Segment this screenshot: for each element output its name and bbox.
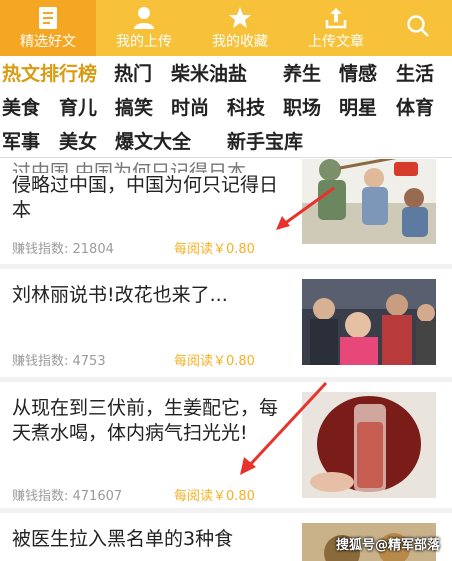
- category-tech[interactable]: 科技: [227, 96, 265, 120]
- upload-icon: [324, 6, 348, 30]
- search-button[interactable]: [384, 0, 452, 56]
- category-hot-ranking[interactable]: 热文排行榜: [2, 62, 97, 86]
- category-life[interactable]: 生活: [396, 62, 434, 86]
- article-title-cut: 日本人有个疑问,那么多国家侵略过中国,中国为何只记得日本: [12, 161, 247, 173]
- earning-index: 赚钱指数: 471607: [12, 489, 123, 504]
- article-title: 刘林丽说书!改花也来了...: [12, 284, 228, 306]
- crowd-photo-image: [302, 279, 436, 365]
- category-celebrity[interactable]: 明星: [339, 96, 377, 120]
- category-military[interactable]: 军事: [2, 130, 40, 154]
- top-nav: 精选好文 我的上传 我的收藏 上传文章: [0, 0, 452, 56]
- category-bar: 热文排行榜 热门 柴米油盐 养生 情感 生活 美食 育儿 搞笑 时尚 科技 职场…: [0, 56, 452, 158]
- search-icon: [406, 14, 430, 38]
- watermark: 搜狐号@精军部落: [335, 538, 440, 553]
- star-icon: [228, 6, 252, 30]
- article-title: 从现在到三伏前，生姜配它，每天煮水喝，体内病气扫光光!: [12, 397, 279, 444]
- nav-tab-label: 我的收藏: [212, 34, 268, 50]
- war-cartoon-image: [302, 159, 436, 244]
- category-funny[interactable]: 搞笑: [115, 96, 153, 120]
- category-fashion[interactable]: 时尚: [171, 96, 209, 120]
- article-title: 被医生拉入黑名单的3种食: [12, 528, 234, 550]
- category-beauty[interactable]: 美女: [59, 130, 97, 154]
- nav-tab-label: 精选好文: [20, 34, 76, 50]
- nav-tab-favorites[interactable]: 我的收藏: [192, 0, 288, 56]
- category-sports[interactable]: 体育: [396, 96, 434, 120]
- category-health[interactable]: 养生: [283, 62, 321, 86]
- category-workplace[interactable]: 职场: [283, 96, 321, 120]
- nav-tab-label: 上传文章: [308, 34, 364, 50]
- nav-tab-my-uploads[interactable]: 我的上传: [96, 0, 192, 56]
- article-feed[interactable]: 日本人有个疑问,那么多国家侵略过中国,中国为何只记得日本 侵略过中国，中国为何只…: [0, 159, 452, 561]
- reward-per-read: 每阅读￥0.80: [174, 354, 255, 369]
- category-food[interactable]: 美食: [2, 96, 40, 120]
- reward-per-read: 每阅读￥0.80: [174, 242, 255, 257]
- nav-tab-upload-article[interactable]: 上传文章: [288, 0, 384, 56]
- category-popular[interactable]: 热门: [114, 62, 152, 86]
- article-card[interactable]: 从现在到三伏前，生姜配它，每天煮水喝，体内病气扫光光! 赚钱指数: 471607…: [0, 382, 452, 508]
- user-icon: [132, 6, 156, 30]
- nav-tab-featured[interactable]: 精选好文: [0, 0, 96, 56]
- reward-per-read: 每阅读￥0.80: [174, 489, 255, 504]
- ginger-drink-image: [302, 392, 436, 498]
- article-card[interactable]: 日本人有个疑问,那么多国家侵略过中国,中国为何只记得日本 侵略过中国，中国为何只…: [0, 159, 452, 264]
- category-newbie[interactable]: 新手宝库: [227, 130, 303, 154]
- category-parenting[interactable]: 育儿: [59, 96, 97, 120]
- article-card[interactable]: 刘林丽说书!改花也来了... 赚钱指数: 4753 每阅读￥0.80: [0, 269, 452, 497]
- nav-tab-label: 我的上传: [116, 34, 172, 50]
- earning-index: 赚钱指数: 21804: [12, 242, 114, 257]
- earning-index: 赚钱指数: 4753: [12, 354, 106, 369]
- category-viral[interactable]: 爆文大全: [115, 130, 191, 154]
- category-daily-life[interactable]: 柴米油盐: [171, 62, 247, 86]
- category-emotion[interactable]: 情感: [339, 62, 377, 86]
- article-title: 侵略过中国，中国为何只记得日本: [12, 174, 279, 221]
- article-icon: [36, 6, 60, 30]
